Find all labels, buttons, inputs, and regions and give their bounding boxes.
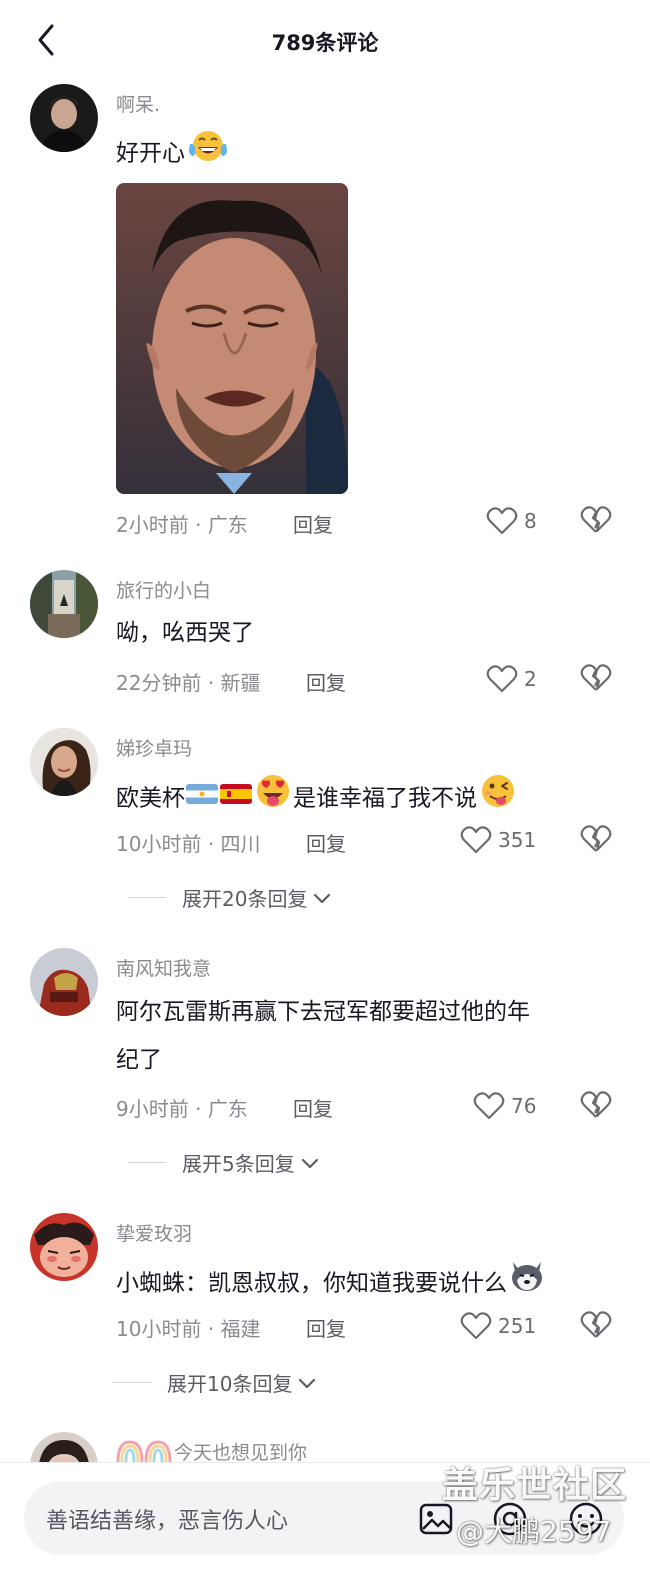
dislike-button[interactable] — [580, 662, 612, 694]
username[interactable]: 啊呆. — [116, 90, 160, 117]
reply-button[interactable]: 回复 — [293, 1093, 333, 1122]
like-count: 351 — [498, 828, 537, 852]
spain-flag — [219, 777, 253, 822]
username-text: 今天也想见到你 — [174, 1442, 308, 1464]
expand-replies-button[interactable]: 展开5条回复 — [128, 1148, 321, 1177]
comment-text-after: 是谁幸福了我不说 — [293, 785, 477, 812]
expand-replies-button[interactable]: 展开10条回复 — [113, 1368, 318, 1397]
comment-input-placeholder: 善语结善缘，恶言伤人心 — [46, 1509, 289, 1534]
like-count: 8 — [524, 509, 537, 533]
comment-location: 福建 — [220, 1317, 261, 1341]
emoji-picker-button[interactable] — [566, 1499, 606, 1539]
like-button[interactable]: 8 — [486, 504, 537, 538]
comment-input[interactable]: 善语结善缘，恶言伤人心 — [24, 1481, 624, 1555]
expand-replies-label: 展开20条回复 — [182, 887, 308, 911]
dislike-button[interactable] — [580, 823, 612, 855]
comment-text: 欧美杯 是谁幸福了我不说 — [116, 771, 519, 827]
avatar[interactable] — [30, 84, 98, 152]
comment-text-body: 好开心 — [116, 140, 185, 167]
image-picker-button[interactable] — [416, 1499, 456, 1539]
chevron-down-icon — [299, 1378, 316, 1388]
comment-location: 广东 — [207, 1097, 248, 1121]
page-title: 789条评论 — [271, 31, 379, 55]
comment-time: 10小时前 — [116, 1317, 202, 1341]
expand-replies-label: 展开5条回复 — [182, 1152, 295, 1176]
heart-outline-icon — [486, 665, 518, 693]
comment-meta: 2小时前 · 广东 — [116, 513, 248, 537]
husky-dog-emoji — [507, 1256, 547, 1312]
avatar[interactable] — [30, 570, 98, 638]
like-button[interactable]: 351 — [460, 823, 536, 857]
comment-time: 10小时前 — [116, 832, 202, 856]
comment-location: 新疆 — [220, 671, 261, 695]
comment-text-body: 小蜘蛛：凯恩叔叔，你知道我要说什么 — [116, 1270, 507, 1297]
broken-heart-icon — [580, 825, 612, 852]
avatar[interactable] — [30, 948, 98, 1016]
comment-text-line1: 阿尔瓦雷斯再赢下去冠军都要超过他的年 — [116, 999, 530, 1025]
username[interactable]: 南风知我意 — [116, 954, 211, 981]
comment-time: 9小时前 — [116, 1097, 189, 1121]
username[interactable]: 娣珍卓玛 — [116, 734, 192, 761]
comment-location: 广东 — [207, 513, 248, 537]
like-button[interactable]: 2 — [486, 662, 537, 696]
heart-outline-icon — [473, 1092, 505, 1120]
comment-text: 小蜘蛛：凯恩叔叔，你知道我要说什么 — [116, 1256, 547, 1312]
heart-outline-icon — [486, 507, 518, 535]
like-button[interactable]: 76 — [473, 1089, 536, 1123]
broken-heart-icon — [580, 1311, 612, 1338]
like-count: 76 — [511, 1094, 537, 1118]
comment-location: 四川 — [220, 832, 261, 856]
dislike-button[interactable] — [580, 504, 612, 536]
divider — [128, 1162, 166, 1163]
mention-button[interactable] — [490, 1499, 530, 1539]
heart-eyes-tongue-emoji — [253, 771, 293, 827]
expand-replies-label: 展开10条回复 — [167, 1372, 293, 1396]
comment-time: 22分钟前 — [116, 671, 202, 695]
divider — [113, 1382, 151, 1383]
reply-button[interactable]: 回复 — [306, 1313, 346, 1342]
comment-image[interactable] — [116, 183, 348, 494]
dislike-button[interactable] — [580, 1089, 612, 1121]
dislike-button[interactable] — [580, 1309, 612, 1341]
avatar[interactable] — [30, 728, 98, 796]
comment-text: 好开心 — [116, 126, 231, 182]
chevron-down-icon — [314, 893, 331, 903]
username[interactable]: 挚爱玫羽 — [116, 1219, 192, 1246]
like-count: 251 — [498, 1314, 537, 1338]
broken-heart-icon — [580, 506, 612, 533]
comment-meta: 22分钟前 · 新疆 — [116, 671, 261, 695]
comment-meta: 9小时前 · 广东 — [116, 1097, 248, 1121]
comment-meta: 10小时前 · 福建 — [116, 1317, 261, 1341]
image-icon — [419, 1503, 453, 1535]
heart-outline-icon — [460, 826, 492, 854]
emoji-face-icon — [569, 1502, 603, 1536]
at-sign-icon — [493, 1502, 527, 1536]
header: 789条评论 — [0, 0, 650, 84]
comment-time: 2小时前 — [116, 513, 189, 537]
joy-tears-emoji — [185, 126, 231, 182]
winking-tongue-emoji — [477, 771, 519, 827]
comment-text-line2: 纪了 — [116, 1047, 162, 1073]
broken-heart-icon — [580, 664, 612, 691]
chevron-down-icon — [301, 1158, 318, 1168]
comment-text: 呦，吆西哭了 — [116, 620, 254, 646]
heart-outline-icon — [460, 1312, 492, 1340]
divider — [128, 897, 166, 898]
reply-button[interactable]: 回复 — [306, 667, 346, 696]
argentina-flag — [185, 777, 219, 822]
avatar[interactable] — [30, 1213, 98, 1281]
username[interactable]: 旅行的小白 — [116, 576, 211, 603]
like-count: 2 — [524, 667, 537, 691]
like-button[interactable]: 251 — [460, 1309, 536, 1343]
broken-heart-icon — [580, 1091, 612, 1118]
comment-input-bar: 善语结善缘，恶言伤人心 — [0, 1462, 650, 1576]
comment-meta: 10小时前 · 四川 — [116, 832, 261, 856]
reply-button[interactable]: 回复 — [293, 509, 333, 538]
comment-text-before: 欧美杯 — [116, 785, 185, 812]
expand-replies-button[interactable]: 展开20条回复 — [128, 883, 333, 912]
reply-button[interactable]: 回复 — [306, 828, 346, 857]
